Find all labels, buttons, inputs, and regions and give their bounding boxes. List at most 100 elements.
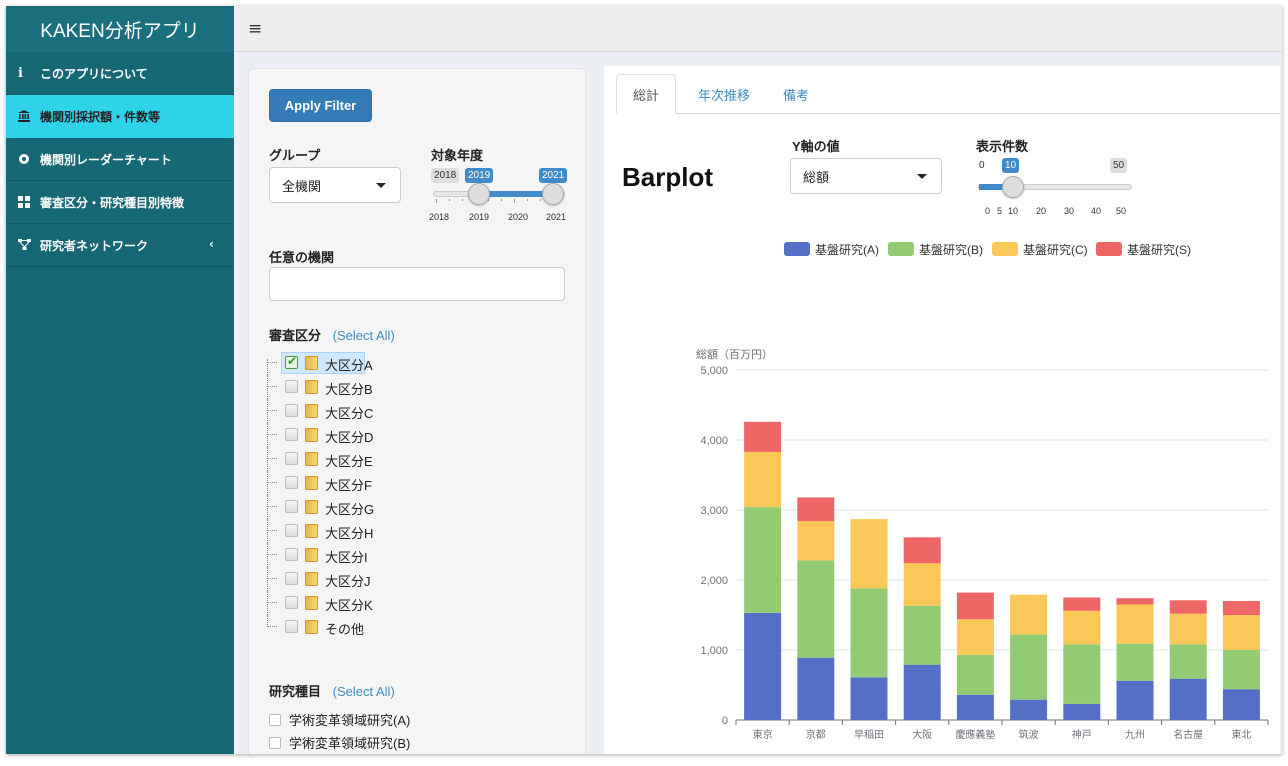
tree-checkbox[interactable] xyxy=(285,548,298,561)
tree-item[interactable]: 大区分H xyxy=(261,519,461,543)
tree-item-label: 大区分A xyxy=(325,358,373,373)
bar-segment[interactable] xyxy=(1116,680,1154,720)
tree-item-label: 大区分B xyxy=(325,382,373,397)
sidebar-item-label: 機関別レーダーチャート xyxy=(40,152,172,167)
tree-item[interactable]: 大区分F xyxy=(261,471,461,495)
tab-notes[interactable]: 備考 xyxy=(766,74,826,114)
tree-checkbox[interactable] xyxy=(285,452,298,465)
research-checkbox-row[interactable]: 学術変革領域研究(B) xyxy=(269,733,410,752)
research-checkbox[interactable] xyxy=(269,736,281,749)
bar-segment[interactable] xyxy=(744,421,782,452)
bar-segment[interactable] xyxy=(797,560,835,658)
group-select[interactable]: 全機関 xyxy=(269,167,401,203)
bar-segment[interactable] xyxy=(956,654,994,695)
tree-item[interactable]: その他 xyxy=(261,615,461,639)
bar-segment[interactable] xyxy=(850,588,888,678)
sidebar-item-review-features[interactable]: 審査区分・研究種目別特徴 xyxy=(6,181,234,224)
sidebar-item-researcher-network[interactable]: 研究者ネットワーク ‹ xyxy=(6,224,234,267)
tree-item[interactable]: 大区分J xyxy=(261,567,461,591)
bar-segment[interactable] xyxy=(903,605,941,665)
tab-yearly-trend[interactable]: 年次推移 xyxy=(682,74,766,114)
research-checkbox[interactable] xyxy=(269,713,281,726)
bar-segment[interactable] xyxy=(1010,634,1048,700)
bar-segment[interactable] xyxy=(956,592,994,620)
bar-segment[interactable] xyxy=(1116,598,1154,605)
institution-input[interactable] xyxy=(269,267,565,301)
bar-segment[interactable] xyxy=(1222,601,1260,615)
review-select-all-link[interactable]: (Select All) xyxy=(333,328,395,343)
legend-swatch[interactable] xyxy=(888,242,914,256)
year-slider-to-handle[interactable] xyxy=(542,183,564,205)
bar-segment[interactable] xyxy=(1063,610,1101,645)
bar-segment[interactable] xyxy=(1010,594,1048,635)
chevron-left-icon: ‹ xyxy=(209,237,214,251)
bar-segment[interactable] xyxy=(1169,613,1207,645)
folder-icon xyxy=(305,380,318,394)
bar-segment[interactable] xyxy=(1063,597,1101,611)
count-tick-label: 30 xyxy=(1064,206,1075,216)
tree-checkbox[interactable] xyxy=(285,620,298,633)
sidebar-item-about[interactable]: i このアプリについて xyxy=(6,52,234,95)
bar-segment[interactable] xyxy=(1169,644,1207,679)
year-slider-from-handle[interactable] xyxy=(468,183,490,205)
bar-segment[interactable] xyxy=(1169,678,1207,720)
tree-item[interactable]: 大区分D xyxy=(261,423,461,447)
sidebar-item-radar-chart[interactable]: 機関別レーダーチャート xyxy=(6,138,234,181)
tree-item[interactable]: 大区分C xyxy=(261,399,461,423)
bar-segment[interactable] xyxy=(1116,604,1154,644)
tree-item[interactable]: 大区分B xyxy=(261,375,461,399)
bar-segment[interactable] xyxy=(903,563,941,606)
bar-segment[interactable] xyxy=(956,694,994,720)
tree-item[interactable]: 大区分K xyxy=(261,591,461,615)
bar-segment[interactable] xyxy=(1116,643,1154,681)
bar-segment[interactable] xyxy=(1169,600,1207,614)
bar-segment[interactable] xyxy=(903,537,941,564)
sidebar-item-institution-amount[interactable]: 機関別採択額・件数等 xyxy=(6,95,234,138)
hamburger-icon[interactable]: ≡ xyxy=(248,19,262,39)
tab-total[interactable]: 総計 xyxy=(616,74,676,114)
legend-swatch[interactable] xyxy=(784,242,810,256)
legend-swatch[interactable] xyxy=(1096,242,1122,256)
tree-checkbox[interactable] xyxy=(285,524,298,537)
bar-segment[interactable] xyxy=(1222,650,1260,690)
tree-item-label: 大区分H xyxy=(325,526,374,541)
tree-checkbox[interactable] xyxy=(285,476,298,489)
count-tick-label: 20 xyxy=(1036,206,1047,216)
bar-segment[interactable] xyxy=(850,677,888,720)
bar-segment[interactable] xyxy=(1010,699,1048,720)
count-slider-min-tag: 0 xyxy=(979,160,985,171)
bar-segment[interactable] xyxy=(1222,689,1260,720)
tree-checkbox[interactable] xyxy=(285,380,298,393)
bar-segment[interactable] xyxy=(744,451,782,508)
bar-segment[interactable] xyxy=(744,612,782,720)
bar-segment[interactable] xyxy=(744,507,782,613)
bar-segment[interactable] xyxy=(1063,703,1101,720)
research-checkbox-row[interactable]: 学術変革領域研究(A) xyxy=(269,710,410,729)
bar-segment[interactable] xyxy=(1222,615,1260,650)
x-tick-label: 京都 xyxy=(806,728,826,741)
bar-segment[interactable] xyxy=(797,497,835,522)
bar-segment[interactable] xyxy=(850,519,888,589)
bar-segment[interactable] xyxy=(903,664,941,720)
tree-checkbox[interactable] xyxy=(285,428,298,441)
tree-item[interactable]: 大区分I xyxy=(261,543,461,567)
bar-segment[interactable] xyxy=(1063,644,1101,704)
tree-checkbox[interactable] xyxy=(285,572,298,585)
legend-swatch[interactable] xyxy=(992,242,1018,256)
y-axis-select-value: 総額 xyxy=(803,169,830,185)
tree-checkbox[interactable] xyxy=(285,404,298,417)
tree-item[interactable]: 大区分E xyxy=(261,447,461,471)
bar-segment[interactable] xyxy=(797,521,835,561)
bar-segment[interactable] xyxy=(956,619,994,655)
research-select-all-link[interactable]: (Select All) xyxy=(333,684,395,699)
tree-item[interactable]: 大区分A xyxy=(261,351,461,383)
tree-checkbox[interactable] xyxy=(285,354,298,369)
bar-segment[interactable] xyxy=(797,657,835,720)
count-slider-handle[interactable] xyxy=(1002,176,1024,198)
tree-item[interactable]: 大区分G xyxy=(261,495,461,519)
y-tick-label: 5,000 xyxy=(700,365,728,377)
tree-checkbox[interactable] xyxy=(285,500,298,513)
tree-checkbox[interactable] xyxy=(285,596,298,609)
apply-filter-button[interactable]: Apply Filter xyxy=(269,89,372,122)
y-axis-select[interactable]: 総額 xyxy=(790,158,942,194)
